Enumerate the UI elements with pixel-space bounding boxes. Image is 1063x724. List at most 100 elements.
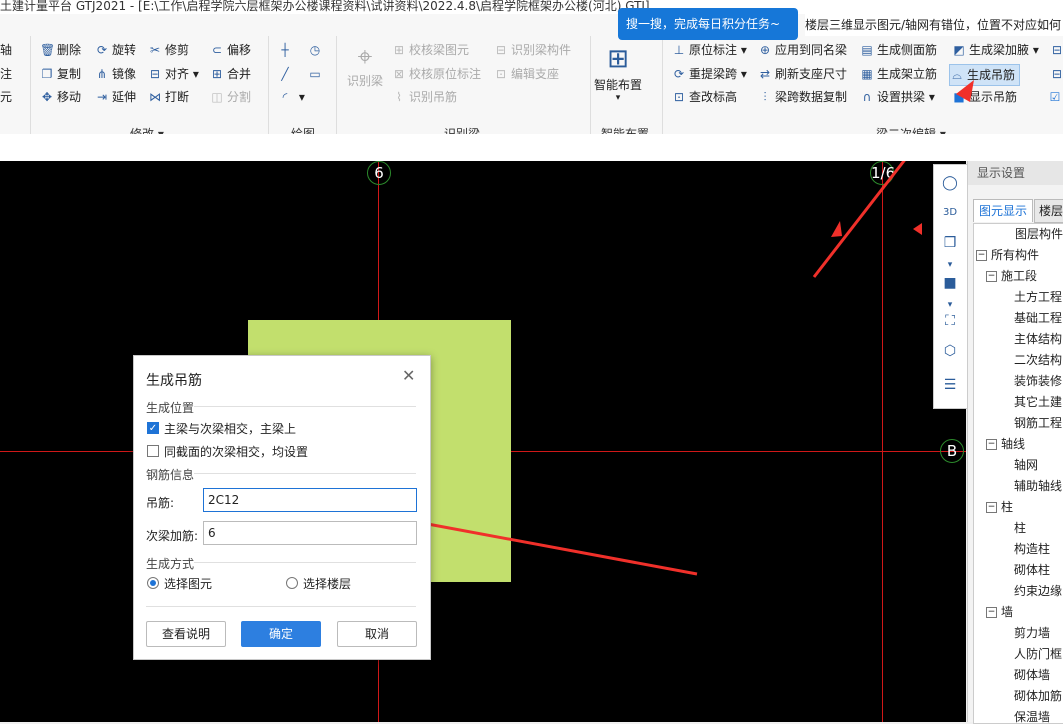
collapse-icon[interactable]: − [976, 250, 987, 261]
3d-view-icon[interactable]: 3D [940, 203, 960, 223]
align-button[interactable]: ⊟ 对齐 ▾ [148, 64, 199, 84]
apply-same-beam-button[interactable]: ⊕ 应用到同名梁 [758, 40, 847, 60]
tree-item[interactable]: 二次结构 [1014, 350, 1062, 371]
offset-button[interactable]: ⊂ 偏移 [210, 40, 251, 60]
move-button[interactable]: ✥ 移动 [40, 87, 81, 107]
identify-beam-component-button[interactable]: ⊟ 识别梁构件 [494, 40, 571, 60]
haunch-icon: ◩ [953, 43, 965, 57]
split-button[interactable]: ◫ 分割 [210, 87, 251, 107]
checkbox-same-section[interactable] [147, 445, 159, 457]
tree-item[interactable]: 其它土建 [1014, 392, 1062, 413]
tree-item[interactable]: 基础工程 [1014, 308, 1062, 329]
tree-item[interactable]: − 墙 [986, 602, 1013, 623]
draw-circle-button[interactable]: ◷ [308, 40, 325, 60]
section-position: 生成位置 [146, 401, 195, 415]
tree-item[interactable]: 构造柱 [1014, 539, 1050, 560]
help-button[interactable]: 查看说明 [146, 621, 226, 647]
tree-item[interactable]: 装饰装修 [1014, 371, 1062, 392]
ribbon-partial-2[interactable]: 注 [0, 64, 12, 84]
tree-item[interactable]: 土方工程 [1014, 287, 1062, 308]
tree-item[interactable]: 剪力墙 [1014, 623, 1050, 644]
cube-view-icon[interactable]: ❒ [940, 233, 960, 253]
tree-item[interactable]: 砌体加筋 [1014, 686, 1062, 707]
edit-support-icon: ⊡ [495, 67, 507, 81]
draw-point-button[interactable]: ┼ [278, 40, 295, 60]
generate-rack-rebar-button[interactable]: ▦ 生成架立筋 [860, 64, 937, 84]
draw-line-button[interactable]: ╱ [278, 64, 295, 84]
break-button[interactable]: ⋈ 打断 [148, 87, 189, 107]
radio-select-floor[interactable] [286, 577, 298, 589]
extend-button[interactable]: ⇥ 延伸 [95, 87, 136, 107]
more-tool-button-2[interactable]: ⊟ [1050, 64, 1063, 84]
tree-item[interactable]: 人防门框 [1014, 644, 1062, 665]
tree-item-label: 剪力墙 [1014, 626, 1051, 640]
tree-item[interactable]: 保温墙 [1014, 707, 1050, 723]
reextract-span-button[interactable]: ⟳ 重提梁跨 ▾ [672, 64, 747, 84]
rotate-button[interactable]: ⟳ 旋转 [95, 40, 136, 60]
tree-item-label: 人防门框 [1014, 647, 1063, 661]
collapse-icon[interactable]: − [986, 439, 997, 450]
tree-item[interactable]: 轴网 [1014, 455, 1038, 476]
tree-item[interactable]: 砌体墙 [1014, 665, 1050, 686]
merge-button[interactable]: ⊞ 合并 [210, 64, 251, 84]
tree-item[interactable]: 约束边缘 [1014, 581, 1062, 602]
tree-item[interactable]: 柱 [1014, 518, 1026, 539]
identify-beam-button[interactable]: ⌖ 识别梁 [344, 42, 386, 89]
check-inplace-label-button[interactable]: ⊠ 校核原位标注 [392, 64, 481, 84]
refresh-support-button[interactable]: ⇄ 刷新支座尺寸 [758, 64, 847, 84]
more-tool-button-1[interactable]: ⊟ [1050, 40, 1063, 60]
tree-item[interactable]: 主体结构 [1014, 329, 1062, 350]
checkbox-main-secondary[interactable]: ✓ [147, 422, 159, 434]
fullscreen-icon[interactable]: ⛶ [940, 311, 960, 331]
draw-rect-button[interactable]: ▭ [308, 64, 325, 84]
tab-floor[interactable]: 楼层 [1034, 199, 1063, 223]
chevron-down-icon[interactable]: ▾ [940, 255, 960, 275]
merge-icon: ⊞ [211, 67, 223, 81]
tree-item-label: 砌体柱 [1014, 563, 1051, 577]
check-elevation-button[interactable]: ⊡ 查改标高 [672, 87, 737, 107]
more-checkbox[interactable]: ☑ [1048, 87, 1063, 107]
generate-side-rebar-button[interactable]: ▤ 生成侧面筋 [860, 40, 937, 60]
collapse-icon[interactable]: − [986, 271, 997, 282]
delete-button[interactable]: 🗑 删除 [40, 40, 81, 60]
ribbon-partial-1[interactable]: 轴 [0, 40, 12, 60]
smart-layout-button[interactable]: ⊞ 智能布置 ▾ [592, 42, 644, 103]
search-tip-note[interactable]: 楼层三维显示图元/轴网有错位，位置不对应如何 [805, 14, 1063, 36]
trim-button[interactable]: ✂ 修剪 [148, 40, 189, 60]
tree-item[interactable]: − 轴线 [986, 434, 1025, 455]
identify-hanger-icon: ⌇ [396, 90, 402, 104]
mirror-button[interactable]: ⋔ 镜像 [95, 64, 136, 84]
tree-item[interactable]: − 施工段 [986, 266, 1037, 287]
display-settings-icon[interactable]: ☰ [940, 375, 960, 395]
collapse-icon[interactable]: − [986, 607, 997, 618]
radio-select-element[interactable] [147, 577, 159, 589]
generate-haunch-button[interactable]: ◩ 生成梁加腋 ▾ [952, 40, 1039, 60]
secondary-rebar-input[interactable] [203, 521, 417, 545]
box-view-icon[interactable]: ⬡ [940, 341, 960, 361]
cancel-button[interactable]: 取消 [337, 621, 417, 647]
hanger-input[interactable] [203, 488, 417, 512]
ok-button[interactable]: 确定 [241, 621, 321, 647]
inplace-label-button[interactable]: ⊥ 原位标注 ▾ [672, 40, 747, 60]
search-tip-balloon[interactable]: 搜一搜，完成每日积分任务~ [618, 8, 798, 40]
span-data-copy-button[interactable]: ⫶ 梁跨数据复制 [758, 87, 847, 107]
set-arch-beam-button[interactable]: ∩ 设置拱梁 ▾ [860, 87, 935, 107]
solid-cube-icon[interactable]: ■ [940, 273, 960, 293]
tree-item[interactable]: 钢筋工程 [1014, 413, 1062, 434]
tree-item-label: 约束边缘 [1014, 584, 1063, 598]
tree-item[interactable]: − 所有构件 [976, 245, 1039, 266]
close-icon[interactable]: ✕ [402, 366, 415, 385]
edit-support-button[interactable]: ⊡ 编辑支座 [494, 64, 559, 84]
layer-tree: 图层构件 − 所有构件 − 施工段 土方工程 基础工程 主体结构 二次结构 装饰装修 其它土建 钢筋… [973, 223, 1063, 724]
draw-arc-button[interactable]: ◜ ▾ [278, 87, 305, 107]
orbit-view-icon[interactable]: ◯ [940, 173, 960, 193]
copy-button[interactable]: ❐ 复制 [40, 64, 81, 84]
collapse-icon[interactable]: − [986, 502, 997, 513]
tree-item[interactable]: − 柱 [986, 497, 1013, 518]
identify-hanger-button[interactable]: ⌇ 识别吊筋 [392, 87, 457, 107]
tree-item[interactable]: 辅助轴线 [1014, 476, 1062, 497]
tab-element-display[interactable]: 图元显示 [973, 199, 1033, 222]
check-beam-element-button[interactable]: ⊞ 校核梁图元 [392, 40, 469, 60]
ribbon-partial-3[interactable]: 元 [0, 87, 12, 107]
tree-item[interactable]: 砌体柱 [1014, 560, 1050, 581]
